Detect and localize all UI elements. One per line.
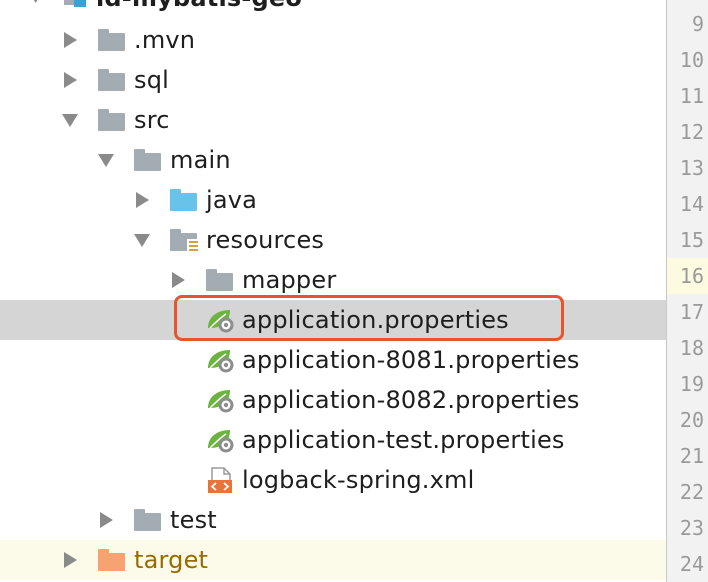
source-folder-icon xyxy=(170,189,197,211)
spring-properties-icon xyxy=(206,386,236,414)
tree-item-label: target xyxy=(134,546,209,574)
line-number: 23 xyxy=(679,516,704,540)
line-number: 19 xyxy=(679,372,704,396)
spring-properties-icon xyxy=(206,426,236,454)
tree-item-label: src xyxy=(134,106,170,134)
tree-item-src[interactable]: src xyxy=(0,100,666,140)
tree-item-sql[interactable]: sql xyxy=(0,60,666,100)
expand-arrow-icon[interactable] xyxy=(98,512,113,528)
line-number: 22 xyxy=(679,480,704,504)
line-number: 17 xyxy=(679,300,704,324)
tree-item-mvn[interactable]: .mvn xyxy=(0,20,666,60)
excluded-folder-icon xyxy=(98,549,125,571)
root-module-label: ld-mybatis-geo xyxy=(96,0,302,12)
resources-folder-icon xyxy=(170,229,199,253)
spring-properties-icon xyxy=(206,346,236,374)
tree-item-label: application-test.properties xyxy=(242,426,565,454)
tree-item-label: resources xyxy=(206,226,325,254)
collapse-arrow-icon[interactable] xyxy=(134,232,150,248)
tree-item-label: .mvn xyxy=(134,26,196,54)
tree-item-application-test-properties[interactable]: application-test.properties xyxy=(0,420,666,460)
tree-item-label: mapper xyxy=(242,266,337,294)
tree-item-label: logback-spring.xml xyxy=(242,466,475,494)
tree-item-main[interactable]: main xyxy=(0,140,666,180)
line-number: 21 xyxy=(679,444,704,468)
tree-item-target[interactable]: target xyxy=(0,540,666,580)
line-number: 24 xyxy=(679,552,704,576)
expand-arrow-icon[interactable] xyxy=(30,0,42,4)
line-number: 12 xyxy=(679,120,704,144)
expand-arrow-icon[interactable] xyxy=(62,72,77,88)
line-number: 9 xyxy=(691,12,704,36)
folder-icon xyxy=(98,69,125,91)
folder-icon xyxy=(134,149,161,171)
expand-arrow-icon[interactable] xyxy=(170,272,185,288)
xml-file-icon xyxy=(206,466,236,494)
module-folder-icon xyxy=(64,0,86,9)
line-number: 10 xyxy=(679,48,704,72)
line-number: 18 xyxy=(679,336,704,360)
tree-item-application-8081-properties[interactable]: application-8081.properties xyxy=(0,340,666,380)
editor-line-gutter: 9 10 11 12 13 14 15 16 17 18 19 20 21 22 23 24 xyxy=(666,0,708,582)
line-number: 14 xyxy=(679,192,704,216)
collapse-arrow-icon[interactable] xyxy=(62,112,78,128)
expand-arrow-icon[interactable] xyxy=(62,32,77,48)
line-number: 20 xyxy=(679,408,704,432)
tree-item-label: sql xyxy=(134,66,170,94)
collapse-arrow-icon[interactable] xyxy=(98,152,114,168)
tree-item-application-8082-properties[interactable]: application-8082.properties xyxy=(0,380,666,420)
folder-icon xyxy=(98,29,125,51)
line-number: 15 xyxy=(679,228,704,252)
annotation-highlight-box xyxy=(174,295,564,341)
tree-item-label: java xyxy=(206,186,258,214)
tree-item-java[interactable]: java xyxy=(0,180,666,220)
expand-arrow-icon[interactable] xyxy=(134,192,149,208)
tree-root-row[interactable]: ld-mybatis-geo xyxy=(0,0,666,18)
tree-item-logback-spring-xml[interactable]: logback-spring.xml xyxy=(0,460,666,500)
folder-icon xyxy=(134,509,161,531)
line-number: 16 xyxy=(667,258,708,294)
folder-icon xyxy=(98,109,125,131)
line-number: 11 xyxy=(679,84,704,108)
tree-item-label: main xyxy=(170,146,231,174)
line-number: 13 xyxy=(679,156,704,180)
tree-item-resources[interactable]: resources xyxy=(0,220,666,260)
tree-item-label: application-8081.properties xyxy=(242,346,580,374)
expand-arrow-icon[interactable] xyxy=(62,552,77,568)
project-tree-panel: ld-mybatis-geo .mvn sql srcmain java resourc… xyxy=(0,0,666,582)
tree-item-test[interactable]: test xyxy=(0,500,666,540)
tree-item-mapper[interactable]: mapper xyxy=(0,260,666,300)
folder-icon xyxy=(206,269,233,291)
tree-item-label: test xyxy=(170,506,217,534)
tree-item-label: application-8082.properties xyxy=(242,386,580,414)
